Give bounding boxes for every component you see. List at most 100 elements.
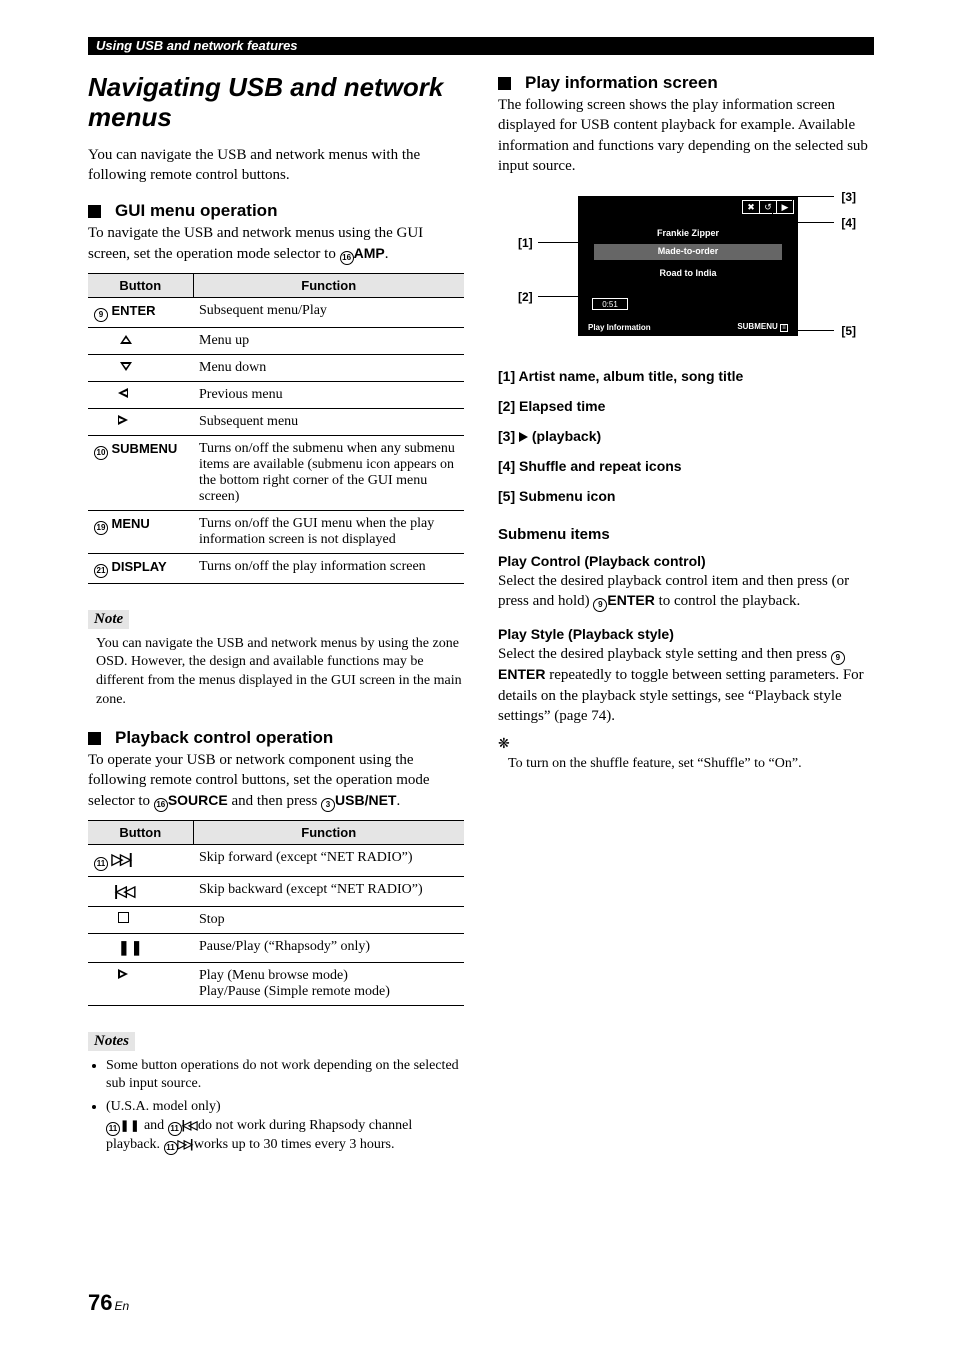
leader-line [538,242,586,243]
notes-label: Notes [88,1032,135,1051]
table-row: Subsequent menu [88,408,464,435]
ref-circle-icon: 21 [94,564,108,578]
two-column-layout: Navigating USB and network menus You can… [88,73,874,1159]
play-control-text: Select the desired playback control item… [498,571,874,612]
table-row: Menu down [88,354,464,381]
note-text: You can navigate the USB and network men… [88,635,464,711]
fn-text: Stop [193,906,464,933]
up-arrow-icon [120,335,132,344]
selector-label: USB/NET [335,792,396,808]
callout-label-2: [2] [518,290,533,304]
status-icons: ✖ ↺ ▶ [742,200,794,214]
leader-line [790,330,834,331]
ref-circle-icon: 9 [94,308,108,322]
text: and then press [228,793,321,809]
ref-circle-icon: 10 [94,446,108,460]
playback-intro: To operate your USB or network component… [88,750,464,812]
fn-text: Menu down [193,354,464,381]
heading-text: GUI menu operation [115,201,277,221]
fn-text: Pause/Play (“Rhapsody” only) [193,933,464,962]
repeat-icon: ↺ [759,201,776,213]
shuffle-icon: ✖ [743,201,759,213]
submenu-heading: Submenu items [498,526,874,543]
page-lang: En [112,1299,129,1313]
text: and [140,1118,167,1133]
fn-text: Subsequent menu [193,408,464,435]
ref-circle-icon: 3 [321,798,335,812]
leader-line [538,296,592,297]
play-icon [118,969,128,979]
leader-line [772,208,773,222]
text: . [385,246,389,262]
callout-label-4: [4] [841,216,856,230]
square-bullet-icon [88,205,101,218]
section-header: Using USB and network features [88,37,874,55]
artist-row: Frankie Zipper [578,228,798,238]
table-row: 10 SUBMENU Turns on/off the submenu when… [88,435,464,510]
fn-text: Skip backward (except “NET RADIO”) [193,876,464,906]
left-column: Navigating USB and network menus You can… [88,73,464,1159]
table-row: Stop [88,906,464,933]
intro-text: You can navigate the USB and network men… [88,145,464,186]
table-row: ❚❚ Pause/Play (“Rhapsody” only) [88,933,464,962]
pause-icon: ❚❚ [118,939,143,956]
play-info-intro: The following screen shows the play info… [498,95,874,176]
leader-line [792,196,793,208]
page: Using USB and network features Navigatin… [0,0,954,1348]
fn-text: Play (Menu browse mode) Play/Pause (Simp… [193,962,464,1005]
callout-1: [1] Artist name, album title, song title [498,368,874,384]
text: . [396,793,400,809]
callout-label-5: [5] [841,324,856,338]
heading-text: Play information screen [525,73,718,93]
stop-icon [118,912,129,923]
button-name: SUBMENU [112,441,178,456]
table-row: Menu up [88,327,464,354]
album-row: Made-to-order [578,246,798,256]
text: Select the desired playback style settin… [498,646,831,662]
button-name: MENU [112,516,150,531]
play-style-heading: Play Style (Playback style) [498,626,874,642]
heading-play-info: Play information screen [498,73,874,93]
fn-text: Previous menu [193,381,464,408]
play-icon [519,432,528,442]
ref-circle-icon: 11 [94,857,108,871]
tip-icon: ❋ [498,736,874,753]
callout-label-3: [3] [841,190,856,204]
playback-button-table: Button Function 11 ▷▷| Skip forward (exc… [88,820,464,1006]
callout-5: [5] Submenu icon [498,488,874,504]
table-row: 11 ▷▷| Skip forward (except “NET RADIO”) [88,844,464,876]
heading-text: Playback control operation [115,728,333,748]
ref-circle-icon: 16 [340,251,354,265]
play-control-heading: Play Control (Playback control) [498,553,874,569]
square-bullet-icon [88,732,101,745]
leader-line [800,196,834,197]
ref-circle-icon: 11 [164,1141,178,1155]
note-label: Note [88,610,129,629]
page-number: 76En [88,1290,129,1316]
table-row: Play (Menu browse mode) Play/Pause (Simp… [88,962,464,1005]
callout-label-1: [1] [518,236,533,250]
screen-mock: ✖ ↺ ▶ Frankie Zipper Made-to-order Road … [578,196,798,336]
button-name: ENTER [112,303,156,318]
callout-3: [3] (playback) [498,428,874,444]
skip-backward-icon: |◁◁ [114,883,132,900]
play-info-diagram: ✖ ↺ ▶ Frankie Zipper Made-to-order Road … [516,184,856,354]
table-row: 19 MENU Turns on/off the GUI menu when t… [88,510,464,553]
ref-circle-icon: 11 [106,1122,120,1136]
play-status-icon: ▶ [776,201,793,213]
text: (U.S.A. model only) [106,1099,221,1114]
list-item: (U.S.A. model only) 11❚❚ and 11|◁◁ do no… [106,1098,464,1155]
fn-text: Skip forward (except “NET RADIO”) [193,844,464,876]
heading-playback: Playback control operation [88,728,464,748]
right-column: Play information screen The following sc… [498,73,874,1159]
fn-text: Turns on/off the play information screen [193,553,464,583]
table-row: 21 DISPLAY Turns on/off the play informa… [88,553,464,583]
tip-text: To turn on the shuffle feature, set “Shu… [498,755,874,774]
page-title: Navigating USB and network menus [88,73,464,133]
ref-circle-icon: 11 [168,1122,182,1136]
th-function: Function [193,273,464,297]
song-row: Road to India [578,268,798,278]
submenu-icon: ≡ [780,324,788,332]
ref-circle-icon: 19 [94,521,108,535]
notes-list: Some button operations do not work depen… [88,1057,464,1156]
